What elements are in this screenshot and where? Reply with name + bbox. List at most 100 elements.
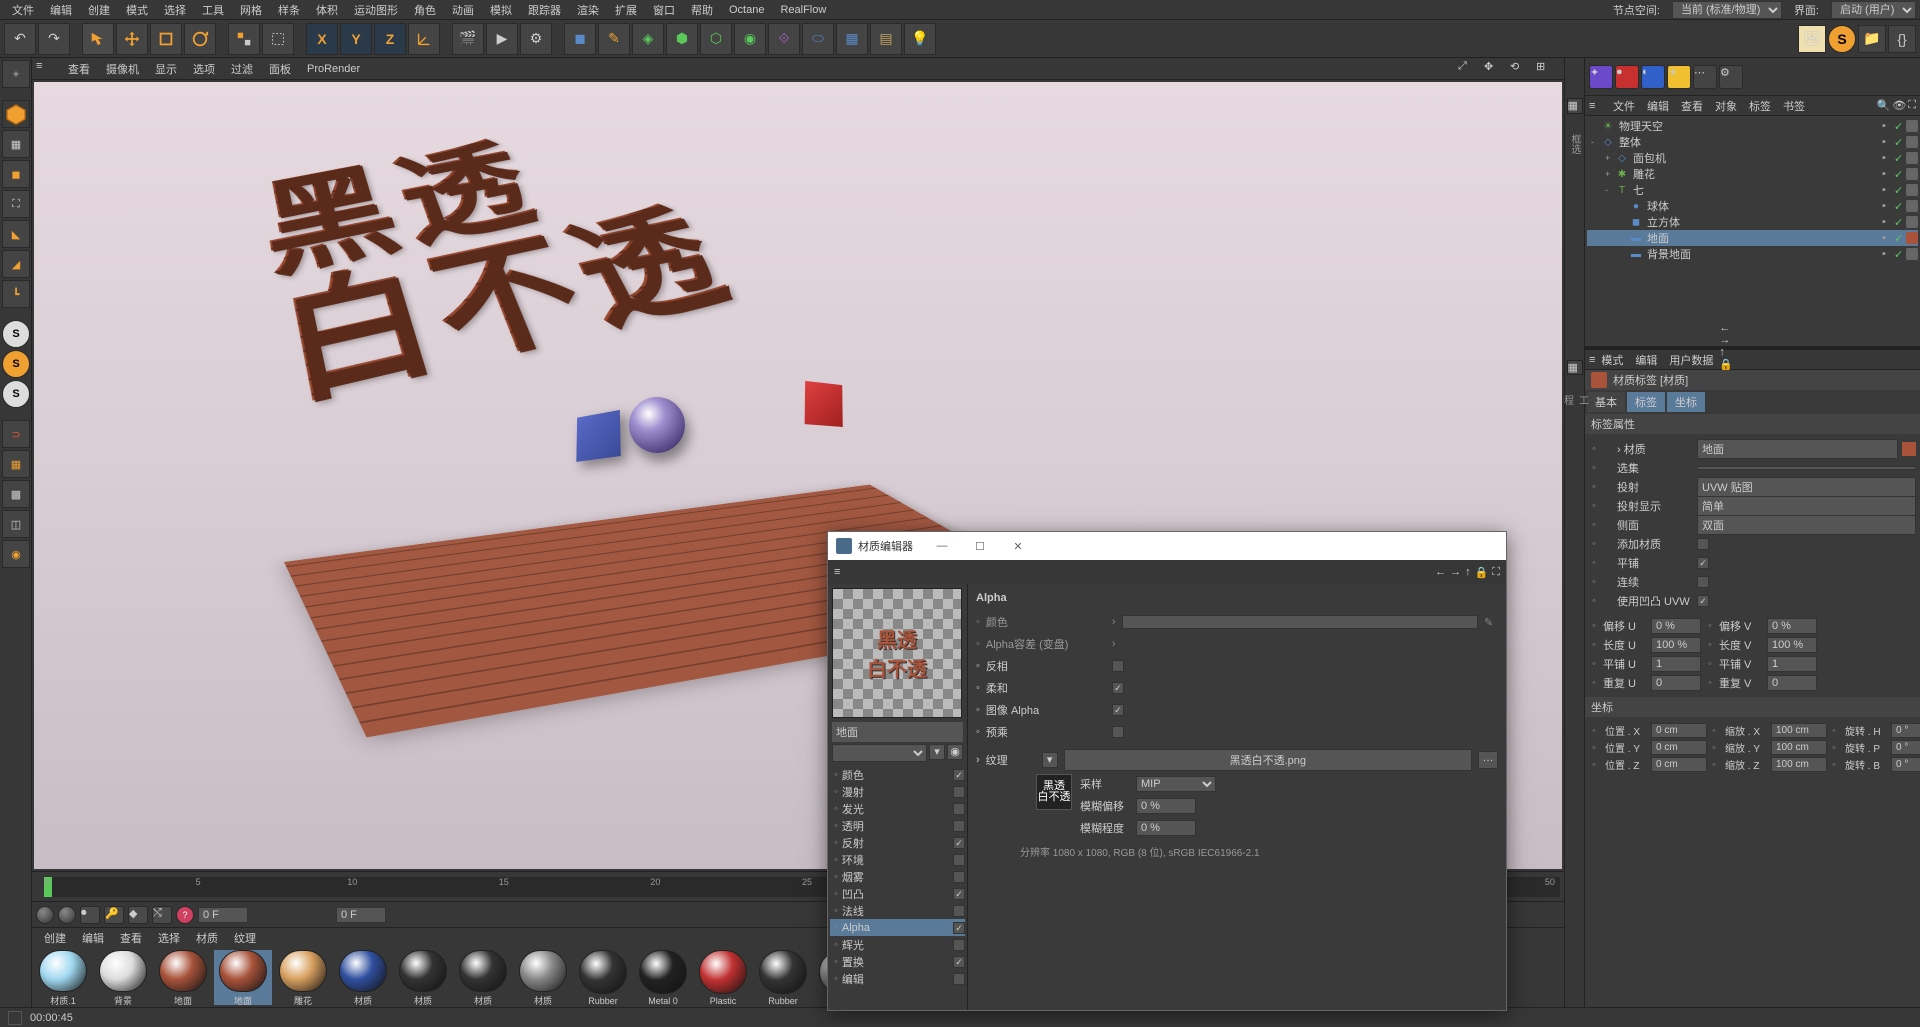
attr-bump-check[interactable] — [1697, 595, 1709, 607]
tc-autokey-button[interactable]: 🔑 — [104, 906, 124, 924]
material-dropdown-icon[interactable]: ▾ — [929, 744, 945, 760]
deformer-button[interactable]: ⟐ — [768, 23, 800, 55]
attr-material-value[interactable]: 地面 — [1697, 439, 1898, 459]
dialog-menu-icon[interactable]: ≡ — [834, 566, 840, 578]
vp-menu-view[interactable]: 查看 — [60, 61, 98, 77]
alpha-blurscale-value[interactable]: 0 % — [1136, 820, 1196, 836]
dialog-titlebar[interactable]: 材质编辑器 — ☐ ✕ — [828, 532, 1506, 560]
rt-btn-4[interactable]: ☀ — [1667, 65, 1691, 89]
menu-create[interactable]: 创建 — [80, 2, 118, 18]
channel-Alpha[interactable]: ◦Alpha — [830, 919, 965, 936]
alpha-bluroffset-value[interactable]: 0 % — [1136, 798, 1196, 814]
attr-tab-tag[interactable]: 标签 — [1627, 392, 1665, 412]
tree-item-背景地面[interactable]: ▬背景地面▪✓ — [1587, 246, 1918, 262]
material-item[interactable]: 地面 — [214, 950, 272, 1005]
menu-mesh[interactable]: 网格 — [232, 2, 270, 18]
vp-nav-icon1[interactable]: ⤢ — [1458, 60, 1476, 78]
om-menu-object[interactable]: 对象 — [1709, 98, 1743, 114]
tc-opt-button[interactable]: ? — [176, 906, 194, 924]
coord-pz-value[interactable]: 0 cm — [1651, 757, 1707, 772]
vp-menu-panel[interactable]: 面板 — [261, 61, 299, 77]
scale-button[interactable] — [150, 23, 182, 55]
viewport-menu-icon[interactable]: ≡ — [36, 60, 54, 78]
octane-s2-button[interactable]: S — [2, 350, 30, 378]
script-button[interactable]: {} — [1888, 25, 1916, 53]
tree-item-立方体[interactable]: ◼立方体▪✓ — [1587, 214, 1918, 230]
coord-py-value[interactable]: 0 cm — [1651, 740, 1707, 755]
render-settings-button[interactable]: ⚙ — [520, 23, 552, 55]
polygon-mode-button[interactable]: ◢ — [2, 250, 30, 278]
vp-menu-cameras[interactable]: 摄像机 — [98, 61, 147, 77]
material-name-input[interactable]: 地面 — [832, 722, 963, 742]
tree-item-雕花[interactable]: +✱雕花▪✓ — [1587, 166, 1918, 182]
coord-rh-value[interactable]: 0 ° — [1891, 723, 1920, 738]
instance-button[interactable]: ◉ — [734, 23, 766, 55]
node-space-select[interactable]: 当前 (标准/物理) — [1672, 1, 1782, 19]
point-mode-button[interactable]: ⛶ — [2, 190, 30, 218]
material-item[interactable]: Rubber — [574, 950, 632, 1005]
dialog-nav-up-icon[interactable]: ↑ — [1465, 566, 1471, 579]
vp-menu-prorender[interactable]: ProRender — [299, 63, 368, 75]
attr-selection-value[interactable] — [1697, 466, 1916, 470]
x-axis-button[interactable]: X — [306, 23, 338, 55]
channel-透明[interactable]: ◦透明 — [830, 817, 965, 834]
camera-button[interactable]: ▦ — [836, 23, 868, 55]
menu-select[interactable]: 选择 — [156, 2, 194, 18]
material-item[interactable]: 材质 — [454, 950, 512, 1005]
attr-menu-userdata[interactable]: 用户数据 — [1663, 352, 1719, 368]
channel-发光[interactable]: ◦发光 — [830, 800, 965, 817]
alpha-premul-check[interactable] — [1112, 726, 1124, 738]
channel-漫射[interactable]: ◦漫射 — [830, 783, 965, 800]
om-expand-icon[interactable]: ⛶ — [1908, 99, 1916, 112]
menu-spline[interactable]: 样条 — [270, 2, 308, 18]
alpha-texture-browse-button[interactable]: … — [1478, 751, 1498, 769]
attr-repv-value[interactable]: 0 — [1767, 675, 1817, 691]
tc-goto-start-button[interactable] — [36, 906, 54, 924]
edge-mode-button[interactable]: ◣ — [2, 220, 30, 248]
alpha-texture-file[interactable]: 黑透白不透.png — [1064, 749, 1472, 771]
tree-item-面包机[interactable]: +◇面包机▪✓ — [1587, 150, 1918, 166]
attr-nav-up-icon[interactable]: ↑ — [1719, 346, 1733, 358]
side-handle-project[interactable]: ▦ 工程 — [1564, 320, 1584, 400]
material-item[interactable]: 材质 — [514, 950, 572, 1005]
picture-viewer-button[interactable]: 🖼 — [1798, 25, 1826, 53]
dialog-lock-icon[interactable]: 🔒 — [1475, 566, 1489, 579]
attr-seamless-check[interactable] — [1697, 576, 1709, 588]
menu-help[interactable]: 帮助 — [683, 2, 721, 18]
menu-edit[interactable]: 编辑 — [42, 2, 80, 18]
menu-octane[interactable]: Octane — [721, 4, 772, 16]
tc-key-button[interactable]: ◆ — [128, 906, 148, 924]
move-button[interactable] — [116, 23, 148, 55]
material-item[interactable]: Rubber — [754, 950, 812, 1005]
dialog-close-button[interactable]: ✕ — [1003, 536, 1033, 556]
coord-system-button[interactable] — [408, 23, 440, 55]
channel-辉光[interactable]: ◦辉光 — [830, 936, 965, 953]
vp-menu-display[interactable]: 显示 — [147, 61, 185, 77]
material-shader-select[interactable] — [832, 744, 927, 762]
material-item[interactable]: 雕花 — [274, 950, 332, 1005]
make-editable-button[interactable]: ✦ — [2, 60, 30, 88]
menu-mograph[interactable]: 运动图形 — [346, 2, 406, 18]
channel-颜色[interactable]: ◦颜色 — [830, 766, 965, 783]
last-tool-button[interactable] — [228, 23, 260, 55]
array-button[interactable]: ⬡ — [700, 23, 732, 55]
vp-menu-options[interactable]: 选项 — [185, 61, 223, 77]
om-filter-icon[interactable]: 👁 — [1892, 99, 1906, 112]
material-item[interactable]: 材质 — [334, 950, 392, 1005]
coord-px-value[interactable]: 0 cm — [1651, 723, 1707, 738]
tree-item-球体[interactable]: ●球体▪✓ — [1587, 198, 1918, 214]
dialog-max-icon[interactable]: ⛶ — [1492, 566, 1500, 579]
floor-button[interactable]: ▤ — [870, 23, 902, 55]
render-button[interactable]: 🎬 — [452, 23, 484, 55]
snap-button[interactable]: ▦ — [2, 450, 30, 478]
om-menu-tags[interactable]: 标签 — [1743, 98, 1777, 114]
tree-item-物理天空[interactable]: ☀物理天空▪✓ — [1587, 118, 1918, 134]
menu-render[interactable]: 渲染 — [569, 2, 607, 18]
tc-shuffle-button[interactable]: ⤭ — [152, 906, 172, 924]
workplane-button[interactable]: ▩ — [2, 480, 30, 508]
alpha-color-value[interactable] — [1122, 615, 1478, 629]
render-region-button[interactable]: ▶ — [486, 23, 518, 55]
tc-prev-key-button[interactable] — [58, 906, 76, 924]
axis-mode-button[interactable]: ┗ — [2, 280, 30, 308]
tc-end-frame-input[interactable] — [336, 907, 386, 923]
